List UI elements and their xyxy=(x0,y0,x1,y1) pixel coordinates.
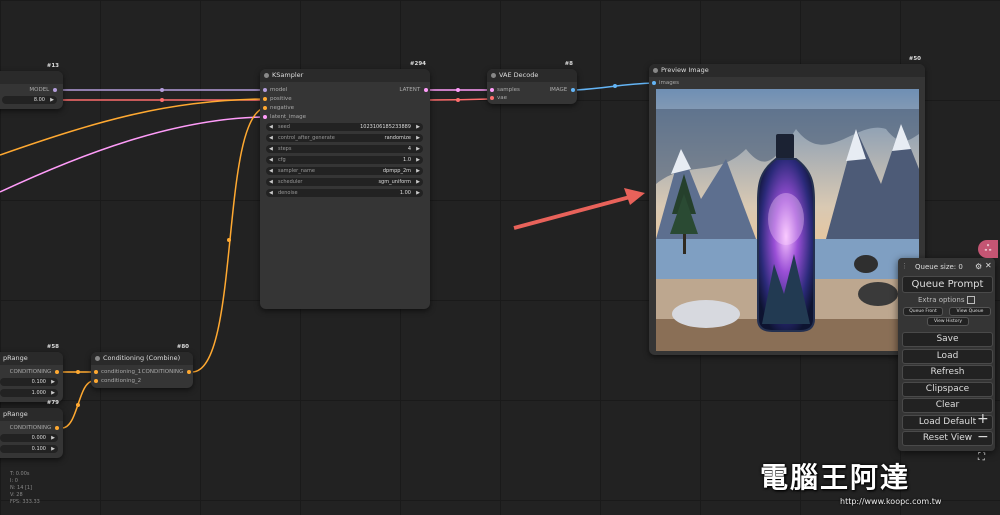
input-slot-model[interactable]: model xyxy=(263,87,287,93)
node-id: #58 xyxy=(46,344,59,350)
node-cond-range-2[interactable]: #79 pRange CONDITIONING 0.000 ▶ 0.100 ▶ xyxy=(0,400,63,458)
input-slot-negative[interactable]: negative xyxy=(263,105,294,111)
share-icon[interactable]: ஃ xyxy=(978,240,998,258)
widget-scheduler[interactable]: ◀ scheduler sgm_uniform ▶ xyxy=(266,178,423,186)
node-header xyxy=(0,71,63,84)
view-queue-button[interactable]: View Queue xyxy=(949,307,991,316)
widget-start[interactable]: 0.100 ▶ xyxy=(0,378,58,386)
input-slot-conditioning-2[interactable]: conditioning_2 xyxy=(94,378,141,384)
input-slot-positive[interactable]: positive xyxy=(263,96,292,102)
widget-sampler-name[interactable]: ◀ sampler_name dpmpp_2m ▶ xyxy=(266,167,423,175)
load-button[interactable]: Load xyxy=(902,349,993,364)
refresh-button[interactable]: Refresh xyxy=(902,365,993,380)
save-button[interactable]: Save xyxy=(902,332,993,347)
output-slot-conditioning[interactable]: CONDITIONING xyxy=(142,369,191,375)
node-header: pRange xyxy=(0,352,63,365)
node-title: KSampler xyxy=(272,71,304,79)
close-icon[interactable]: ✕ xyxy=(985,261,992,270)
zoom-in-icon[interactable]: + xyxy=(977,411,989,427)
widget-value[interactable]: 8.00 ▶ xyxy=(2,96,57,104)
widget-steps[interactable]: ◀ steps 4 ▶ xyxy=(266,145,423,153)
node-title: Preview Image xyxy=(661,66,709,74)
preview-image xyxy=(656,89,919,351)
node-title: VAE Decode xyxy=(499,71,539,79)
input-slot-conditioning-1[interactable]: conditioning_1 xyxy=(94,369,141,375)
wire-vae xyxy=(429,98,491,101)
node-id: #50 xyxy=(908,56,921,62)
output-slot-latent[interactable]: LATENT xyxy=(399,87,428,93)
widget-end[interactable]: 0.100 ▶ xyxy=(0,445,58,453)
gear-icon[interactable]: ⚙ xyxy=(975,262,982,271)
input-slot-vae[interactable]: vae xyxy=(490,95,507,101)
widget-start[interactable]: 0.000 ▶ xyxy=(0,434,58,442)
watermark-url: http://www.koopc.com.tw xyxy=(840,497,942,506)
node-title: Conditioning (Combine) xyxy=(103,354,181,362)
drag-handle[interactable]: ⋮ xyxy=(901,262,908,270)
node-title: pRange xyxy=(3,410,28,418)
input-slot-latent[interactable]: latent_image xyxy=(263,114,306,120)
widget-denoise[interactable]: ◀ denoise 1.00 ▶ xyxy=(266,189,423,197)
render-stats: T: 0.00s I: 0 N: 14 [1] V: 28 FPS: 333.33 xyxy=(10,471,40,505)
output-slot-model[interactable]: MODEL xyxy=(29,87,57,93)
fit-view-icon[interactable]: ⛶ xyxy=(978,452,985,463)
queue-size-label: Queue size: 0 xyxy=(915,263,963,271)
node-header: VAE Decode xyxy=(487,69,577,82)
node-id: #8 xyxy=(564,61,573,67)
widget-control-after-generate[interactable]: ◀ control_after_generate randomize ▶ xyxy=(266,134,423,142)
input-slot-samples[interactable]: samples xyxy=(490,87,520,93)
node-left-top[interactable]: #13 MODEL 8.00 ▶ xyxy=(0,63,63,109)
output-slot-conditioning[interactable]: CONDITIONING xyxy=(10,369,59,375)
node-id: #294 xyxy=(409,61,426,67)
input-slot-images[interactable]: images xyxy=(652,80,679,86)
widget-cfg[interactable]: ◀ cfg 1.0 ▶ xyxy=(266,156,423,164)
widget-end[interactable]: 1.000 ▶ xyxy=(0,389,58,397)
node-id: #79 xyxy=(46,400,59,406)
node-header: KSampler xyxy=(260,69,430,82)
extra-options-label: Extra options xyxy=(918,296,975,304)
node-vae-decode[interactable]: #8 VAE Decode samples vae IMAGE xyxy=(487,61,577,104)
node-title: pRange xyxy=(3,354,28,362)
node-id: #80 xyxy=(176,344,189,350)
node-cond-combine[interactable]: #80 Conditioning (Combine) conditioning_… xyxy=(91,344,193,388)
node-header: pRange xyxy=(0,408,63,421)
extra-options-checkbox[interactable] xyxy=(966,296,975,304)
annotation-arrow xyxy=(513,195,631,230)
node-header: Conditioning (Combine) xyxy=(91,352,193,365)
output-slot-image[interactable]: IMAGE xyxy=(549,87,575,93)
output-slot-conditioning[interactable]: CONDITIONING xyxy=(10,425,59,431)
watermark-text: 電腦王阿達 xyxy=(760,461,911,494)
queue-front-button[interactable]: Queue Front xyxy=(903,307,943,316)
node-ksampler[interactable]: #294 KSampler model positive negative la… xyxy=(260,61,430,309)
node-id: #13 xyxy=(46,63,59,69)
view-history-button[interactable]: View History xyxy=(927,317,969,326)
zoom-out-icon[interactable]: − xyxy=(977,429,989,445)
wire-latent xyxy=(0,116,265,193)
node-header: Preview Image xyxy=(649,64,925,77)
queue-prompt-button[interactable]: Queue Prompt xyxy=(902,276,993,293)
widget-seed[interactable]: ◀ seed 1023106185233889 ▶ xyxy=(266,123,423,131)
clipspace-button[interactable]: Clipspace xyxy=(902,382,993,397)
node-cond-range-1[interactable]: #58 pRange CONDITIONING 0.100 ▶ 1.000 ▶ xyxy=(0,344,63,402)
